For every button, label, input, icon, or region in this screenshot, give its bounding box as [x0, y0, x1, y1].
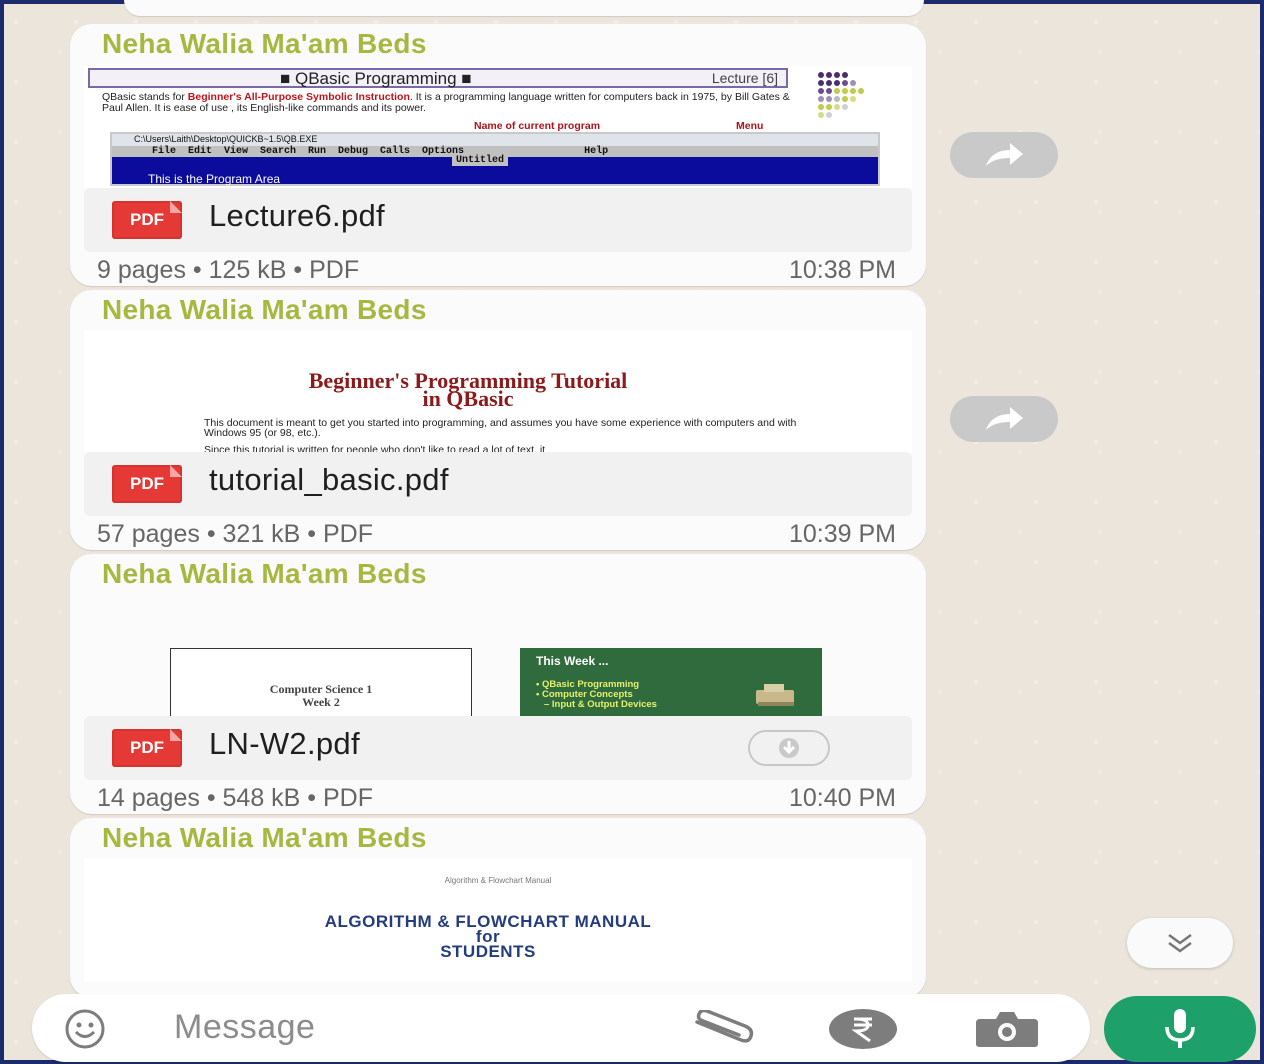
preview-header-text: Algorithm & Flowchart Manual: [444, 876, 552, 885]
document-preview[interactable]: Algorithm & Flowchart Manual ALGORITHM &…: [84, 858, 912, 982]
forward-arrow-icon: [986, 143, 1023, 166]
file-row[interactable]: PDF tutorial_basic.pdf: [84, 452, 912, 516]
emoji-icon: [65, 1009, 105, 1049]
pdf-file-icon: PDF: [112, 729, 182, 767]
qb-window: C:\Users\Laith\Desktop\QUICKB~1.5\QB.EXE…: [110, 132, 880, 186]
double-chevron-down-icon: [1168, 933, 1192, 953]
preview-lecture: Lecture [6]: [711, 70, 778, 86]
preview-text: This document is meant to get you starte…: [204, 417, 797, 454]
file-name: LN-W2.pdf: [209, 726, 360, 761]
emoji-button[interactable]: [64, 1008, 106, 1050]
annotation-program-name: Name of current program: [474, 120, 601, 132]
message-bubble[interactable]: Neha Walia Ma'am Beds Algorithm & Flowch…: [70, 818, 926, 998]
scroll-to-bottom-button[interactable]: [1127, 918, 1233, 968]
forward-button[interactable]: [950, 396, 1058, 442]
previous-message-bubble: [124, 0, 924, 16]
rupee-icon: [829, 1009, 897, 1049]
qb-window-title: C:\Users\Laith\Desktop\QUICKB~1.5\QB.EXE: [112, 134, 878, 146]
decorative-dots: [814, 66, 894, 126]
camera-icon: [976, 1012, 1038, 1047]
file-row[interactable]: PDF Lecture6.pdf: [84, 188, 912, 252]
sender-name: Neha Walia Ma'am Beds: [102, 28, 427, 59]
preview-text: QBasic stands for Beginner's All-Purpose…: [102, 91, 790, 114]
message-time: 10:38 PM: [788, 256, 896, 284]
annotation-menu: Menu: [736, 120, 764, 132]
file-name: Lecture6.pdf: [209, 198, 385, 233]
microphone-icon: [1165, 1009, 1195, 1048]
message-input[interactable]: Message: [174, 1008, 315, 1047]
slide-thumbnail: This Week ... • QBasic Programming • Com…: [520, 648, 822, 718]
payment-button[interactable]: [828, 1004, 898, 1054]
preview-title-bar: ■ QBasic Programming ■ Lecture [6]: [88, 68, 788, 88]
voice-message-button[interactable]: [1104, 996, 1256, 1062]
download-button[interactable]: [748, 730, 830, 766]
message-bubble[interactable]: Neha Walia Ma'am Beds Computer Science 1…: [70, 554, 926, 814]
document-preview[interactable]: Beginner's Programming Tutorial in QBasi…: [84, 330, 912, 454]
message-time: 10:39 PM: [788, 520, 896, 548]
attach-button[interactable]: [686, 1004, 758, 1052]
file-name: tutorial_basic.pdf: [209, 462, 449, 497]
preview-title: ■ QBasic Programming ■: [280, 69, 472, 88]
message-bubble[interactable]: Neha Walia Ma'am Beds ■ QBasic Programmi…: [70, 24, 926, 286]
qb-program-area: This is the Program Area: [148, 172, 281, 186]
document-preview[interactable]: Computer Science 1 Week 2 This Week ... …: [84, 554, 912, 718]
sender-name: Neha Walia Ma'am Beds: [102, 822, 427, 853]
camera-button[interactable]: [972, 1004, 1042, 1054]
paperclip-icon: [695, 1010, 754, 1043]
slide-thumbnail: Computer Science 1 Week 2: [170, 648, 472, 718]
sender-name: Neha Walia Ma'am Beds: [102, 294, 427, 325]
message-time: 10:40 PM: [788, 784, 896, 812]
file-row[interactable]: PDF LN-W2.pdf: [84, 716, 912, 780]
file-meta: 9 pages • 125 kB • PDF: [97, 256, 360, 284]
device-icon: [756, 684, 794, 706]
pdf-file-icon: PDF: [112, 201, 182, 239]
qb-untitled: Untitled: [452, 156, 509, 166]
preview-title: Beginner's Programming Tutorial in QBasi…: [308, 368, 628, 411]
preview-title: ALGORITHM & FLOWCHART MANUAL for STUDENT…: [324, 912, 652, 961]
message-input-bar[interactable]: Message: [32, 994, 1090, 1062]
file-meta: 57 pages • 321 kB • PDF: [97, 520, 373, 548]
message-bubble[interactable]: Neha Walia Ma'am Beds Beginner's Program…: [70, 290, 926, 550]
file-meta: 14 pages • 548 kB • PDF: [97, 784, 373, 812]
download-icon: [779, 738, 799, 758]
slide-list: • QBasic Programming • Computer Concepts…: [536, 679, 657, 710]
pdf-file-icon: PDF: [112, 465, 182, 503]
forward-button[interactable]: [950, 132, 1058, 178]
slide-text: Computer Science 1 Week 2: [269, 682, 373, 709]
document-preview[interactable]: ■ QBasic Programming ■ Lecture [6] QBasi…: [84, 66, 912, 188]
forward-arrow-icon: [986, 407, 1023, 430]
slide-title: This Week ...: [536, 654, 609, 668]
